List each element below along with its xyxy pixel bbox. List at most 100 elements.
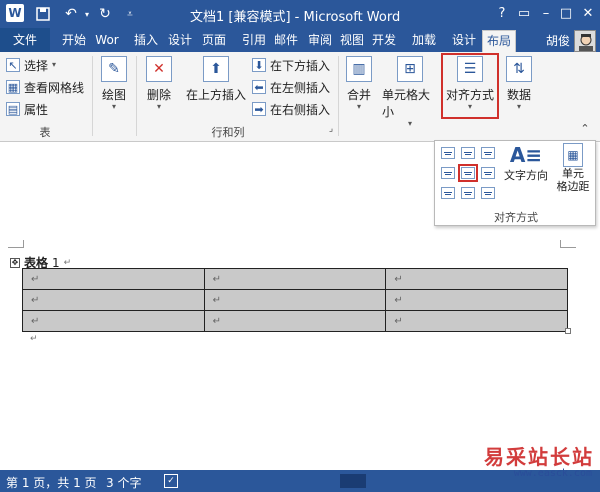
- view-mode-icon[interactable]: [340, 474, 366, 488]
- tab-home[interactable]: 开始: [60, 28, 88, 52]
- table-cell[interactable]: ↵: [22, 289, 205, 311]
- text-direction-label: 文字方向: [504, 169, 548, 182]
- chevron-down-icon: ▾: [356, 102, 361, 111]
- undo-icon[interactable]: ↶: [62, 4, 80, 24]
- tab-design[interactable]: 设计: [166, 28, 194, 52]
- align-center-left-icon[interactable]: [441, 167, 455, 179]
- merge-cells-icon: ▥: [346, 56, 372, 82]
- cell-margins-label-2: 格边距: [556, 180, 590, 193]
- align-center-icon[interactable]: [458, 164, 478, 182]
- cell-size-label: 单元格大小: [382, 88, 431, 119]
- table-cell[interactable]: ↵: [22, 268, 205, 290]
- insert-left-button[interactable]: ⬅ 在左侧插入: [252, 78, 330, 96]
- table-move-handle-icon[interactable]: ✥: [10, 257, 20, 268]
- chevron-down-icon: ▾: [52, 60, 57, 69]
- draw-label: 绘图: [101, 88, 126, 102]
- align-center-right-icon[interactable]: [481, 167, 495, 179]
- window-title: 文档1 [兼容模式] - Microsoft Word: [190, 10, 401, 25]
- title-bar: W ↶ ▾ ↻ ⩡ 文档1 [兼容模式] - Microsoft Word ? …: [0, 0, 600, 28]
- cell-margins-button[interactable]: ▦ 单元 格边距: [553, 143, 593, 193]
- tab-developer[interactable]: 开发: [370, 28, 398, 52]
- insert-right-button[interactable]: ➡ 在右侧插入: [252, 100, 330, 118]
- table-cell[interactable]: ↵: [385, 289, 568, 311]
- merge-button[interactable]: ▥ 合并 ▾: [344, 56, 374, 111]
- collapse-ribbon-icon[interactable]: ⌃: [578, 122, 592, 135]
- word-count[interactable]: 3 个字: [106, 474, 141, 491]
- save-icon[interactable]: [34, 4, 52, 24]
- undo-dropdown-icon[interactable]: ▾: [82, 4, 92, 24]
- close-button[interactable]: ✕: [578, 3, 598, 23]
- tab-references[interactable]: 引用: [240, 28, 268, 52]
- align-bottom-center-icon[interactable]: [461, 187, 475, 199]
- align-top-center-icon[interactable]: [461, 147, 475, 159]
- text-direction-icon: A≡: [509, 143, 543, 167]
- tab-view[interactable]: 视图: [338, 28, 366, 52]
- align-bottom-left-icon[interactable]: [441, 187, 455, 199]
- table-cell[interactable]: ↵: [203, 310, 387, 332]
- tab-insert[interactable]: 插入: [132, 28, 160, 52]
- cell-size-button[interactable]: ⊞ 单元格大小 ▾: [382, 56, 438, 128]
- insert-right-icon: ➡: [252, 102, 266, 116]
- alignment-button[interactable]: ☰ 对齐方式 ▾: [441, 53, 499, 119]
- ribbon-display-options-icon[interactable]: ▭: [514, 3, 534, 23]
- insert-below-button[interactable]: ⬇ 在下方插入: [252, 56, 330, 74]
- draw-table-button[interactable]: ✎ 绘图 ▾: [98, 56, 130, 111]
- proofing-icon[interactable]: ✓: [164, 474, 178, 488]
- table-cell[interactable]: ↵: [203, 289, 387, 311]
- help-button[interactable]: ?: [492, 3, 512, 23]
- ribbon-tab-bar: 文件 开始 Wor 插入 设计 页面 引用 邮件 审阅 视图 开发 加载 设计 …: [0, 28, 600, 52]
- properties-label: 属性: [24, 102, 49, 117]
- tab-page-layout[interactable]: 页面: [200, 28, 228, 52]
- select-button[interactable]: ↖ 选择 ▾: [6, 56, 56, 74]
- insert-left-icon: ⬅: [252, 80, 266, 94]
- table-cell[interactable]: ↵: [385, 310, 568, 332]
- tab-review[interactable]: 审阅: [306, 28, 334, 52]
- properties-icon: ▤: [6, 102, 20, 116]
- rows-cols-group-label: 行和列: [211, 126, 245, 139]
- maximize-button[interactable]: □: [556, 3, 576, 23]
- tab-table-layout[interactable]: 布局: [482, 30, 516, 52]
- delete-button[interactable]: ✕ 删除 ▾: [140, 56, 178, 111]
- table-row: ↵ ↵ ↵: [22, 310, 568, 332]
- minimize-button[interactable]: –: [536, 3, 556, 23]
- text-direction-button[interactable]: A≡ 文字方向: [503, 143, 549, 183]
- pencil-icon: ✎: [101, 56, 127, 82]
- table-cell[interactable]: ↵: [22, 310, 205, 332]
- table-cell[interactable]: ↵: [203, 268, 387, 290]
- word-app-icon[interactable]: W: [6, 4, 24, 22]
- avatar[interactable]: [574, 30, 596, 52]
- page-count[interactable]: 第 1 页，共 1 页: [6, 474, 97, 491]
- align-top-left-icon[interactable]: [441, 147, 455, 159]
- dialog-launcher-icon[interactable]: ⌟: [325, 124, 337, 134]
- insert-above-button[interactable]: ⬆ 在上方插入: [186, 56, 246, 103]
- watermark-logo: 易采站长站: [484, 445, 594, 469]
- view-gridlines-label: 查看网格线: [24, 80, 85, 95]
- align-bottom-right-icon[interactable]: [481, 187, 495, 199]
- data-button[interactable]: ⇅ 数据 ▾: [504, 56, 534, 111]
- tab-addins[interactable]: 加载: [410, 28, 438, 52]
- align-top-right-icon[interactable]: [481, 147, 495, 159]
- table-resize-handle[interactable]: [565, 328, 571, 334]
- margin-mark: [8, 240, 24, 248]
- user-name[interactable]: 胡俊: [546, 32, 570, 49]
- table-row: ↵ ↵ ↵: [22, 289, 568, 311]
- tab-table-design[interactable]: 设计: [450, 28, 478, 52]
- table-cell[interactable]: ↵: [385, 268, 568, 290]
- view-gridlines-button[interactable]: ▦ 查看网格线: [6, 78, 84, 96]
- redo-icon[interactable]: ↻: [96, 4, 114, 24]
- tab-mailings[interactable]: 邮件: [272, 28, 300, 52]
- paragraph-mark: ↵: [30, 334, 38, 344]
- insert-right-label: 在右侧插入: [270, 102, 331, 117]
- customize-qat-icon[interactable]: ⩡: [124, 4, 136, 24]
- tab-file[interactable]: 文件: [0, 28, 50, 52]
- chevron-down-icon: ▾: [516, 102, 521, 111]
- alignment-label: 对齐方式: [445, 88, 494, 102]
- gridlines-icon: ▦: [6, 80, 20, 94]
- chevron-down-icon: ▾: [111, 102, 116, 111]
- chevron-down-icon: ▾: [467, 102, 472, 111]
- table-properties-button[interactable]: ▤ 属性: [6, 100, 48, 118]
- word-window: W ↶ ▾ ↻ ⩡ 文档1 [兼容模式] - Microsoft Word ? …: [0, 0, 600, 492]
- tab-wor[interactable]: Wor: [92, 28, 122, 52]
- document-table[interactable]: ↵ ↵ ↵ ↵ ↵ ↵ ↵ ↵ ↵: [22, 268, 568, 332]
- select-label: 选择: [24, 58, 49, 73]
